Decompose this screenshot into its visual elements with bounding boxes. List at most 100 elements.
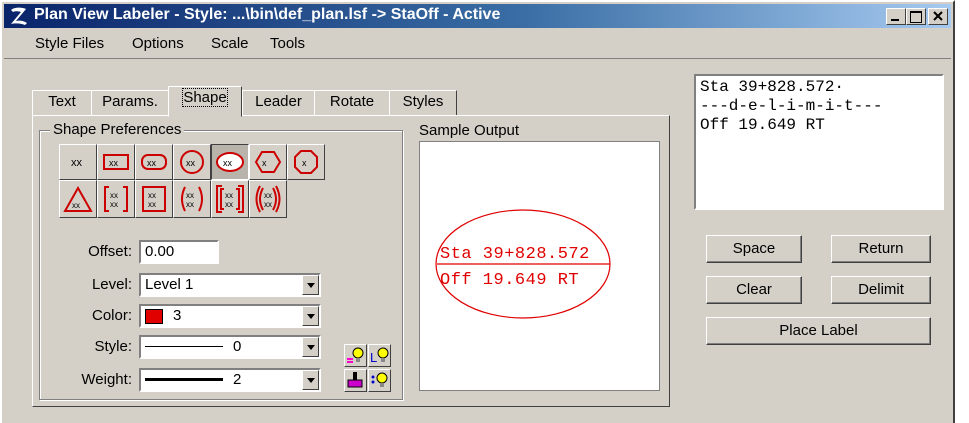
- shape-hexagon-button[interactable]: x: [249, 144, 287, 180]
- svg-text:xx: xx: [72, 201, 80, 210]
- shape-ellipse-button[interactable]: xx: [211, 144, 249, 180]
- svg-text:L: L: [370, 350, 377, 365]
- tab-styles-label: Styles: [402, 93, 444, 110]
- shape-ellipse-icon: xx: [216, 152, 244, 172]
- delimit-button[interactable]: Delimit: [831, 276, 931, 304]
- weight-value: 2: [233, 371, 242, 388]
- menu-options[interactable]: Options: [132, 35, 184, 52]
- color-swatch: [145, 309, 163, 324]
- svg-text:xx: xx: [147, 158, 157, 168]
- line-weight-icon: [145, 378, 223, 381]
- menu-tools[interactable]: Tools: [270, 35, 305, 52]
- title-bar[interactable]: Plan View Labeler - Style: ...\bin\def_p…: [4, 4, 951, 28]
- level-value: Level 1: [145, 276, 194, 293]
- tab-leader-label: Leader: [255, 93, 302, 110]
- shape-rectangle-icon: xx: [103, 154, 129, 170]
- shape-rounded-icon: xx: [141, 154, 167, 170]
- svg-text:xx: xx: [186, 200, 194, 209]
- lightbulb-icon: [347, 347, 364, 363]
- svg-text:x: x: [302, 158, 307, 168]
- shape-rounded-button[interactable]: xx: [135, 144, 173, 180]
- sample-output-title: Sample Output: [419, 122, 520, 139]
- shape-none-button[interactable]: xx: [59, 144, 97, 180]
- close-icon: [933, 11, 943, 21]
- shape-bracket-lines-button[interactable]: xx xx: [135, 180, 173, 218]
- offset-field[interactable]: 0.00: [139, 240, 219, 264]
- tab-params[interactable]: Params.: [91, 90, 169, 116]
- lightbulb-level-icon: L: [370, 347, 389, 365]
- tab-text[interactable]: Text: [32, 90, 92, 116]
- z-logo-icon: [11, 7, 27, 25]
- match-attributes-button[interactable]: [344, 344, 367, 367]
- return-button[interactable]: Return: [831, 235, 931, 263]
- shape-double-bracket-button[interactable]: xx xx: [211, 180, 249, 218]
- paint-brush-button[interactable]: [344, 369, 367, 392]
- tab-leader[interactable]: Leader: [242, 90, 315, 116]
- set-attributes-button[interactable]: [368, 369, 391, 392]
- chevron-down-icon[interactable]: [302, 370, 319, 390]
- close-button[interactable]: [928, 8, 948, 25]
- shape-preferences-title: Shape Preferences: [50, 121, 185, 138]
- label-text-editor[interactable]: Sta 39+828.572· ---d-e-l-i-m-i-t--- Off …: [694, 74, 944, 210]
- style-combo[interactable]: 0: [139, 335, 321, 359]
- clear-button[interactable]: Clear: [706, 276, 802, 304]
- shape-octagon-button[interactable]: x: [287, 144, 325, 180]
- tab-rotate[interactable]: Rotate: [314, 90, 390, 116]
- svg-text:xx: xx: [223, 158, 233, 168]
- color-label: Color:: [91, 307, 132, 324]
- offset-label: Offset:: [88, 243, 132, 260]
- svg-text:xx: xx: [148, 200, 156, 209]
- shape-triangle-icon: xx: [63, 185, 93, 212]
- tab-shape[interactable]: Shape: [168, 86, 242, 117]
- shape-none-icon: xx: [71, 157, 83, 169]
- color-value: 3: [173, 307, 182, 324]
- svg-text:x: x: [262, 158, 267, 168]
- tab-rotate-label: Rotate: [329, 93, 375, 110]
- chevron-down-icon[interactable]: [302, 337, 319, 357]
- minimize-button[interactable]: [886, 8, 906, 25]
- shape-paren-button[interactable]: xx xx: [173, 180, 211, 218]
- shape-bracket-square-button[interactable]: xx xx: [97, 180, 135, 218]
- style-value: 0: [233, 338, 242, 355]
- active-attributes-button[interactable]: L: [368, 344, 391, 367]
- line-style-icon: [145, 346, 223, 347]
- svg-text:xx: xx: [264, 191, 272, 200]
- shape-paren-icon: xxxx: [181, 186, 203, 212]
- svg-text:xx: xx: [225, 200, 233, 209]
- lightbulb-dots-icon: [371, 372, 388, 387]
- shape-triangle-button[interactable]: xx: [59, 180, 97, 218]
- shape-double-bracket-icon: xxxx: [216, 185, 244, 213]
- weight-combo[interactable]: 2: [139, 368, 321, 392]
- tab-text-label: Text: [48, 93, 76, 110]
- shape-double-paren-icon: xxxx: [255, 185, 281, 213]
- plan-view-labeler-window: Plan View Labeler - Style: ...\bin\def_p…: [0, 0, 955, 423]
- svg-text:xx: xx: [71, 157, 83, 169]
- sample-line-1: Sta 39+828.572: [440, 245, 590, 264]
- maximize-icon: [910, 11, 922, 23]
- place-label-button[interactable]: Place Label: [706, 317, 931, 345]
- color-combo[interactable]: 3: [139, 304, 321, 328]
- maximize-button[interactable]: [906, 8, 926, 25]
- chevron-down-icon[interactable]: [302, 306, 319, 326]
- svg-text:xx: xx: [225, 191, 233, 200]
- tab-shape-label: Shape: [182, 88, 228, 107]
- space-button[interactable]: Space: [706, 235, 802, 263]
- shape-circle-button[interactable]: xx: [173, 144, 211, 180]
- shape-circle-icon: xx: [180, 150, 204, 174]
- level-label: Level:: [91, 276, 132, 293]
- menu-style-files[interactable]: Style Files: [35, 35, 104, 52]
- shape-octagon-icon: x: [294, 150, 318, 174]
- svg-text:xx: xx: [186, 158, 196, 168]
- shape-double-paren-button[interactable]: xx xx: [249, 180, 287, 218]
- menu-scale[interactable]: Scale: [211, 35, 249, 52]
- style-label: Style:: [94, 338, 132, 355]
- shape-rectangle-button[interactable]: xx: [97, 144, 135, 180]
- tab-params-label: Params.: [102, 93, 158, 110]
- svg-text:xx: xx: [110, 191, 118, 200]
- sample-output-preview: Sta 39+828.572 Off 19.649 RT: [419, 141, 660, 391]
- tab-styles[interactable]: Styles: [389, 90, 457, 116]
- svg-text:xx: xx: [264, 200, 272, 209]
- level-combo[interactable]: Level 1: [139, 273, 321, 297]
- chevron-down-icon[interactable]: [302, 275, 319, 295]
- shape-bracket-square-icon: xxxx: [104, 186, 128, 212]
